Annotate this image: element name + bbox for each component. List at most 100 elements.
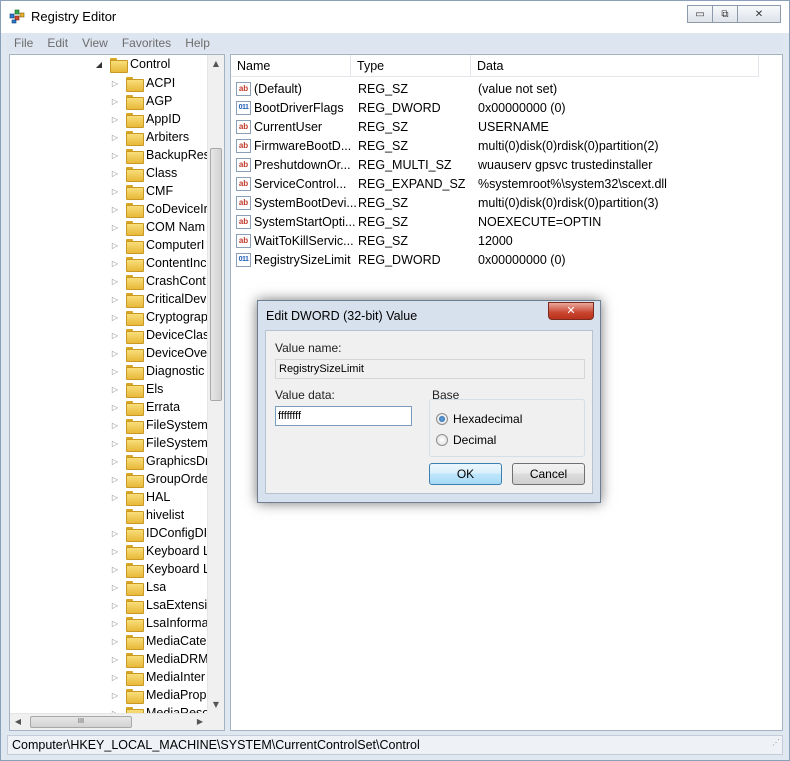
collapsed-arrow-icon[interactable]: ▷ [110,295,120,304]
scroll-right-arrow-icon[interactable]: ▶ [192,714,208,730]
tree-node[interactable]: ▷ MediaDRM [110,650,208,668]
collapsed-arrow-icon[interactable]: ▷ [110,187,120,196]
value-data-input[interactable]: ffffffff [275,406,412,426]
collapsed-arrow-icon[interactable]: ▷ [110,601,120,610]
maximize-button[interactable]: ⧉ [712,5,738,23]
dialog-close-button[interactable]: ✕ [548,302,594,320]
tree-node[interactable]: ▷ AppID [110,110,181,128]
radio-decimal[interactable]: Decimal [436,433,496,447]
collapsed-arrow-icon[interactable]: ▷ [110,151,120,160]
collapsed-arrow-icon[interactable]: ▷ [110,529,120,538]
tree-node[interactable]: ▷ CoDeviceIr [110,200,208,218]
menu-help[interactable]: Help [178,36,217,50]
tree-node[interactable]: ▷ Errata [110,398,180,416]
collapsed-arrow-icon[interactable]: ▷ [110,547,120,556]
tree-node[interactable]: ▷ Diagnostic [110,362,204,380]
tree-node[interactable]: ▷ ComputerI [110,236,204,254]
collapsed-arrow-icon[interactable]: ▷ [110,277,120,286]
menu-file[interactable]: File [7,36,40,50]
radio-button-icon[interactable] [436,434,448,446]
collapsed-arrow-icon[interactable]: ▷ [110,259,120,268]
column-header-type[interactable]: Type [351,55,471,77]
collapsed-arrow-icon[interactable]: ▷ [110,241,120,250]
collapsed-arrow-icon[interactable]: ▷ [110,493,120,502]
tree-node[interactable]: ▷ MediaInter [110,668,205,686]
tree-node[interactable]: ▷ Els [110,380,163,398]
tree-node-control[interactable]: ◢ Control [94,55,170,73]
title-bar[interactable]: Registry Editor ▭ ⧉ ✕ [1,1,789,33]
column-header-data[interactable]: Data [471,55,759,77]
cancel-button[interactable]: Cancel [512,463,585,485]
collapsed-arrow-icon[interactable]: ▷ [110,421,120,430]
tree-node[interactable]: ▷ CriticalDev [110,290,206,308]
collapsed-arrow-icon[interactable]: ▷ [110,97,120,106]
value-row[interactable]: ab PreshutdownOr... REG_MULTI_SZ wuauserv g… [231,156,781,175]
tree-node[interactable]: ▷ BackupRes [110,146,208,164]
value-row[interactable]: ab (Default) REG_SZ (value not set) [231,80,781,99]
scroll-left-arrow-icon[interactable]: ◀ [10,714,26,730]
tree-node[interactable]: ▷ LsaInforma [110,614,208,632]
collapsed-arrow-icon[interactable]: ▷ [110,133,120,142]
collapsed-arrow-icon[interactable]: ▷ [110,169,120,178]
collapsed-arrow-icon[interactable]: ▷ [110,79,120,88]
tree-node[interactable]: ▷ CrashCont [110,272,206,290]
radio-button-checked-icon[interactable] [436,413,448,425]
tree-node[interactable]: ▷ DeviceOve [110,344,207,362]
collapsed-arrow-icon[interactable]: ▷ [110,655,120,664]
registry-tree-pane[interactable]: ◢ Control ▷ ACPI ▷ AGP ▷ AppID ▷ Arbiters ▷ BackupR… [9,54,225,731]
collapsed-arrow-icon[interactable]: ▷ [110,673,120,682]
resize-grip-icon[interactable]: ⋰ [772,734,780,752]
scroll-up-arrow-icon[interactable]: ▲ [208,55,224,72]
tree-vertical-scroll-thumb[interactable] [210,148,222,401]
tree-vertical-scrollbar[interactable]: ▲ ▼ [207,55,224,713]
value-row[interactable]: ab ServiceControl... REG_EXPAND_SZ %systemr… [231,175,781,194]
value-row[interactable]: ab WaitToKillServic... REG_SZ 12000 [231,232,781,251]
ok-button[interactable]: OK [429,463,502,485]
tree-node[interactable]: ▷ COM Nam [110,218,205,236]
tree-node[interactable]: ▷ LsaExtensic [110,596,208,614]
tree-node[interactable]: ▷ ContentInc [110,254,206,272]
value-row[interactable]: ab FirmwareBootD... REG_SZ multi(0)disk(0)r… [231,137,781,156]
collapsed-arrow-icon[interactable]: ▷ [110,619,120,628]
tree-node[interactable]: ▷ FileSystem [110,434,208,452]
close-button[interactable]: ✕ [737,5,781,23]
tree-node[interactable]: ▷ MediaProp [110,686,206,704]
tree-horizontal-scroll-thumb[interactable]: III [30,716,132,728]
expanded-arrow-icon[interactable]: ◢ [94,60,104,69]
radio-hexadecimal[interactable]: Hexadecimal [436,412,522,426]
tree-node[interactable]: ▷ GraphicsDr [110,452,208,470]
collapsed-arrow-icon[interactable]: ▷ [110,313,120,322]
collapsed-arrow-icon[interactable]: ▷ [110,385,120,394]
value-row[interactable]: ab SystemStartOpti... REG_SZ NOEXECUTE=OPT… [231,213,781,232]
tree-node[interactable]: ▷ HAL [110,488,170,506]
collapsed-arrow-icon[interactable]: ▷ [110,637,120,646]
collapsed-arrow-icon[interactable]: ▷ [110,205,120,214]
tree-horizontal-scrollbar[interactable]: ◀ III ▶ [10,713,208,730]
collapsed-arrow-icon[interactable]: ▷ [110,349,120,358]
tree-node[interactable]: hivelist [110,506,184,524]
collapsed-arrow-icon[interactable]: ▷ [110,583,120,592]
value-row[interactable]: 011 RegistrySizeLimit REG_DWORD 0x00000000 … [231,251,781,270]
tree-node[interactable]: ▷ Keyboard L [110,560,208,578]
collapsed-arrow-icon[interactable]: ▷ [110,691,120,700]
collapsed-arrow-icon[interactable]: ▷ [110,223,120,232]
value-row[interactable]: 011 BootDriverFlags REG_DWORD 0x00000000 (0… [231,99,781,118]
tree-node[interactable]: ▷ Class [110,164,177,182]
collapsed-arrow-icon[interactable]: ▷ [110,457,120,466]
tree-node[interactable]: ▷ MediaReso [110,704,208,713]
menu-edit[interactable]: Edit [40,36,75,50]
collapsed-arrow-icon[interactable]: ▷ [110,331,120,340]
menu-view[interactable]: View [75,36,115,50]
collapsed-arrow-icon[interactable]: ▷ [110,403,120,412]
value-row[interactable]: ab CurrentUser REG_SZ USERNAME [231,118,781,137]
tree-node[interactable]: ▷ Cryptograp [110,308,208,326]
value-row[interactable]: ab SystemBootDevi... REG_SZ multi(0)disk(0)… [231,194,781,213]
collapsed-arrow-icon[interactable]: ▷ [110,475,120,484]
tree-node[interactable]: ▷ Arbiters [110,128,189,146]
tree-node[interactable]: ▷ AGP [110,92,172,110]
collapsed-arrow-icon[interactable]: ▷ [110,565,120,574]
tree-node[interactable]: ▷ ACPI [110,74,175,92]
tree-node[interactable]: ▷ FileSystem [110,416,208,434]
minimize-button[interactable]: ▭ [687,5,713,23]
tree-node[interactable]: ▷ Lsa [110,578,166,596]
